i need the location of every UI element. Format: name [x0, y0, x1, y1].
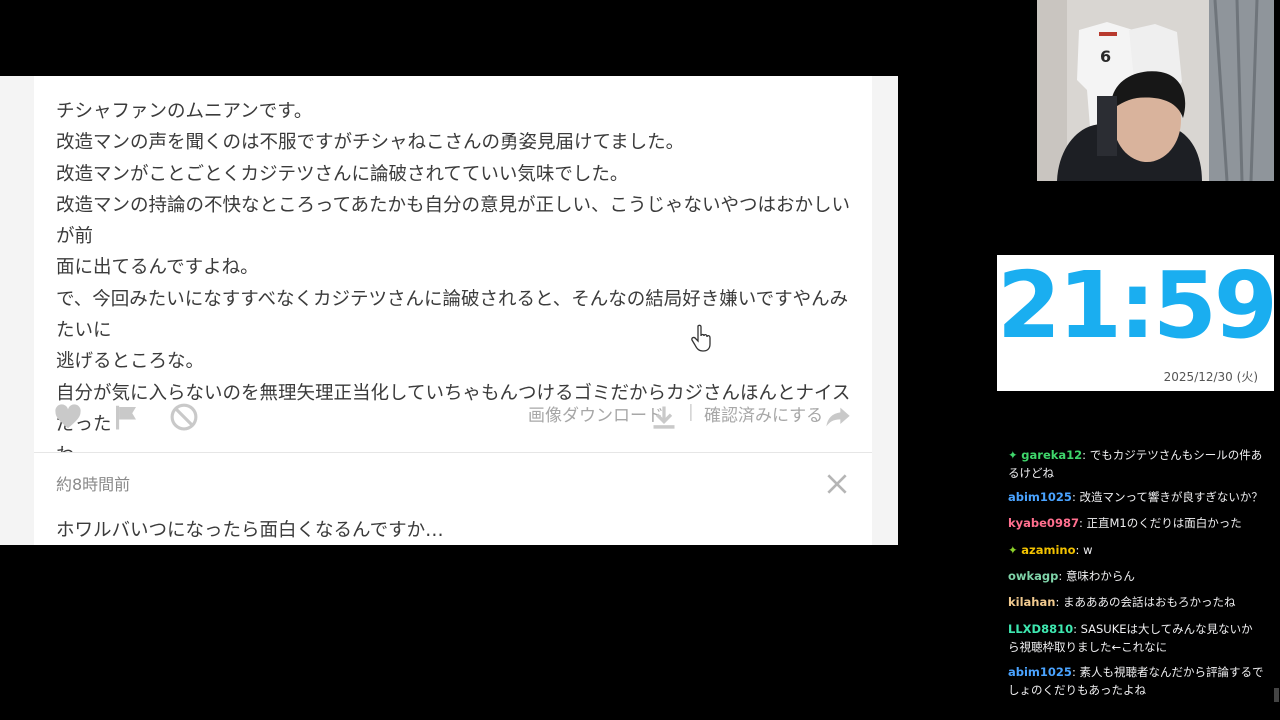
clock-date: 2025/12/30 (火) — [1163, 370, 1258, 384]
flag-icon[interactable] — [111, 402, 141, 432]
chat-username[interactable]: abim1025 — [1008, 490, 1072, 504]
comment-line: 改造マンの持論の不快なところってあたかも自分の意見が正しい、こうじゃないやつはお… — [56, 194, 851, 248]
comment-line: チシャファンのムニアンです。 — [56, 101, 313, 122]
chat-message: owkagp: 意味わからん — [1008, 569, 1135, 583]
comment-line: 改造マンがことごとくカジテツさんに論破されてていい気味でした。 — [56, 163, 629, 185]
chat-username[interactable]: azamino — [1021, 543, 1075, 557]
comment-card: チシャファンのムニアンです。 改造マンの声を聞くのは不服ですがチシャねこさんの勇… — [34, 76, 872, 466]
chat-text: まあああの会話はおもろかったね — [1062, 595, 1236, 609]
hand-cursor-icon — [691, 324, 711, 352]
chat-username[interactable]: abim1025 — [1008, 665, 1072, 679]
comment-panel: チシャファンのムニアンです。 改造マンの声を聞くのは不服ですがチシャねこさんの勇… — [0, 76, 898, 545]
chat-text: 正直M1のくだりは面白かった — [1086, 516, 1242, 530]
comment-actions: 画像ダウンロード | 確認済みにする — [34, 396, 872, 436]
comment-line: で、今回みたいになすすべなくカジテツさんに論破されると、そんなの結局好き嫌いです… — [56, 288, 849, 342]
chat-message: kilahan: まあああの会話はおもろかったね — [1008, 595, 1236, 609]
mark-confirmed-button[interactable]: 確認済みにする — [704, 401, 823, 426]
chat-text: w — [1083, 543, 1093, 557]
chat-username[interactable]: kilahan — [1008, 595, 1055, 609]
chat-username[interactable]: owkagp — [1008, 569, 1058, 583]
comment-line: 面に出てるんですよね。 — [56, 257, 259, 279]
clock-time: 21:59 — [997, 252, 1278, 359]
chat-message: LLXD8810: SASUKEは大してみんな見ないから視聴枠取りました←これな… — [1008, 622, 1253, 654]
svg-text:6: 6 — [1100, 47, 1111, 66]
sparkle-icon: ✦ — [1008, 543, 1018, 557]
webcam-feed: 6 — [1037, 0, 1274, 181]
sparkle-icon: ✦ — [1008, 448, 1018, 462]
clock-widget: 21:59 2025/12/30 (火) — [997, 252, 1278, 391]
chat-message: ✦ azamino: w — [1008, 543, 1093, 557]
comment-line: 改造マンの声を聞くのは不服ですがチシャねこさんの勇姿見届けてました。 — [56, 132, 685, 154]
chat-panel: ✦ gareka12: でもカジテツさんもシールの件あるけどね abim1025… — [1000, 447, 1272, 707]
chat-text: 改造マンって響きが良すぎないか？ — [1079, 490, 1263, 504]
download-image-button[interactable]: 画像ダウンロード — [528, 401, 664, 426]
comment-timestamp: 約8時間前 — [56, 475, 131, 494]
chat-message: abim1025: 素人も視聴者なんだから評論するでしょのくだりもあったよね — [1008, 665, 1264, 697]
comment-message: ホワルバいつになったら面白くなるんですか… — [56, 520, 444, 541]
chat-message: abim1025: 改造マンって響きが良すぎないか？ — [1008, 490, 1263, 504]
comment-line: 逃げるところな。 — [56, 351, 205, 373]
chat-scrollbar[interactable] — [1274, 688, 1279, 702]
download-icon[interactable] — [650, 402, 678, 432]
chat-username[interactable]: gareka12 — [1021, 448, 1082, 462]
chat-username[interactable]: LLXD8810 — [1008, 622, 1073, 636]
chat-text: 意味わからん — [1065, 569, 1135, 583]
comment-card: 約8時間前 ホワルバいつになったら面白くなるんですか… — [34, 452, 872, 545]
action-separator: | — [688, 402, 694, 422]
share-arrow-icon[interactable] — [824, 402, 852, 432]
chat-message: kyabe0987: 正直M1のくだりは面白かった — [1008, 516, 1242, 530]
block-icon[interactable] — [169, 402, 199, 432]
chat-message: ✦ gareka12: でもカジテツさんもシールの件あるけどね — [1008, 448, 1263, 480]
close-icon[interactable] — [824, 471, 850, 497]
heart-icon[interactable] — [53, 402, 83, 432]
chat-username[interactable]: kyabe0987 — [1008, 516, 1079, 530]
